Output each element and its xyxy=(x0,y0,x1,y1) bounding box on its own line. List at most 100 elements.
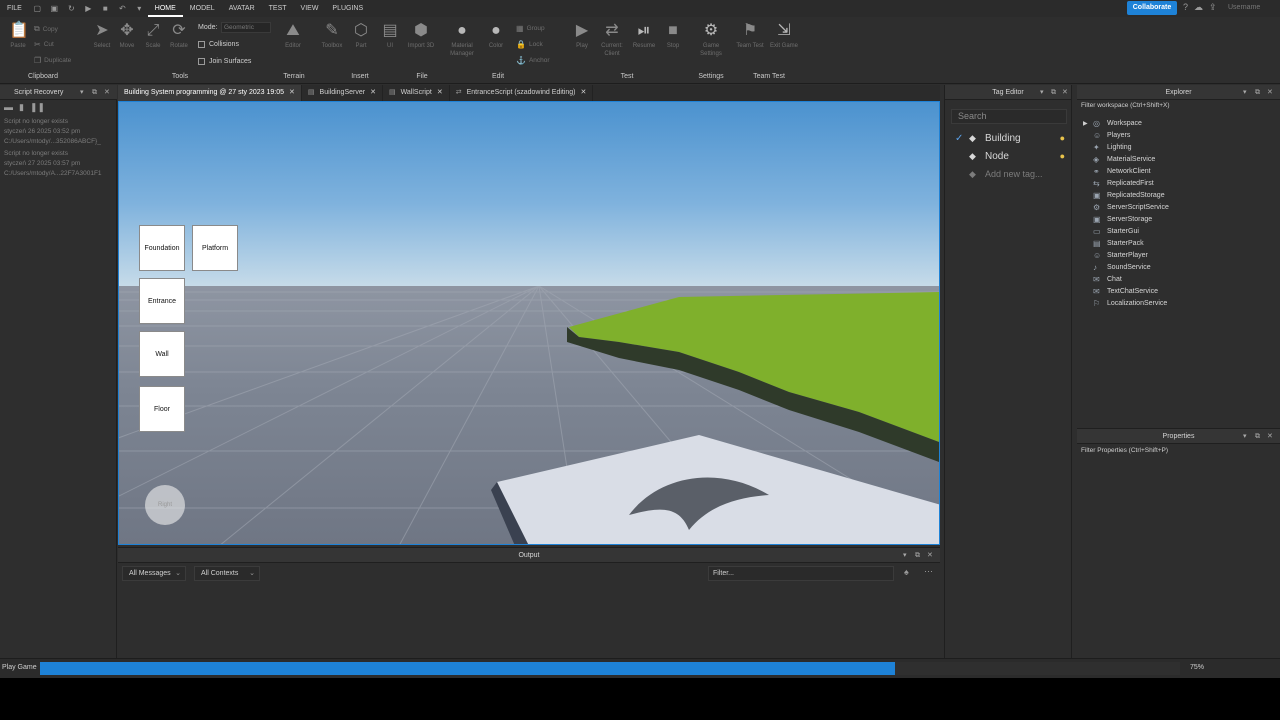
close-icon[interactable]: ✕ xyxy=(1062,85,1068,100)
game-viewport[interactable]: Foundation Platform Entrance Wall Floor … xyxy=(118,101,940,545)
tab-building-server[interactable]: ▤ BuildingServer ✕ xyxy=(302,85,383,101)
broom-icon[interactable]: ♠ xyxy=(904,567,909,577)
entrance-button[interactable]: Entrance xyxy=(139,278,185,324)
import-3d-button[interactable]: ⬢ Import 3D xyxy=(404,22,438,50)
explorer-item[interactable]: ▣ ReplicatedStorage xyxy=(1083,189,1165,201)
game-settings-button[interactable]: ⚙ Game Settings xyxy=(694,22,728,58)
explorer-item[interactable]: ⇆ ReplicatedFirst xyxy=(1083,177,1154,189)
join-surfaces-toggle[interactable]: Join Surfaces xyxy=(198,58,251,65)
explorer-item[interactable]: ☺ StarterPlayer xyxy=(1083,249,1148,261)
menu-view[interactable]: VIEW xyxy=(294,0,326,17)
ui-button[interactable]: ▤ UI xyxy=(373,22,407,50)
close-icon[interactable]: ✕ xyxy=(370,85,376,101)
cloud-icon[interactable]: ☁ xyxy=(1194,2,1203,13)
lightbulb-icon[interactable]: ● xyxy=(1060,133,1065,143)
explorer-item[interactable]: ☺ Players xyxy=(1083,129,1130,141)
menu-avatar[interactable]: AVATAR xyxy=(222,0,262,17)
foundation-button[interactable]: Foundation xyxy=(139,225,185,271)
menu-home[interactable]: HOME xyxy=(147,0,183,17)
tab-wall-script[interactable]: ▤ WallScript ✕ xyxy=(383,85,450,101)
menu-test[interactable]: TEST xyxy=(262,0,294,17)
add-new-tag[interactable]: ◆ Add new tag... xyxy=(955,166,1067,182)
explorer-item[interactable]: ▭ StarterGui xyxy=(1083,225,1139,237)
exit-game-button[interactable]: ⇲ Exit Game xyxy=(767,22,801,50)
copy-button[interactable]: ⧉ Copy xyxy=(34,24,58,34)
collaborate-button[interactable]: Collaborate xyxy=(1127,1,1177,15)
explorer-item[interactable]: ◈ MaterialService xyxy=(1083,153,1155,165)
explorer-item[interactable]: ▶ ◎ Workspace xyxy=(1083,117,1142,129)
chevron-down-icon[interactable]: ▾ xyxy=(135,4,144,13)
explorer-item[interactable]: ✉ Chat xyxy=(1083,273,1122,285)
lock-button[interactable]: 🔒 Lock xyxy=(516,40,543,49)
undock-icon[interactable]: ⧉ xyxy=(92,85,97,100)
undock-icon[interactable]: ⧉ xyxy=(1255,429,1260,444)
chevron-down-icon[interactable]: ▾ xyxy=(1243,85,1247,100)
play-button[interactable]: ▶ Play xyxy=(565,22,599,50)
undock-icon[interactable]: ⧉ xyxy=(915,548,920,563)
recovery-item-status[interactable]: Script no longer exists xyxy=(4,118,116,125)
platform-button[interactable]: Platform xyxy=(192,225,238,271)
rotate-tool[interactable]: ⟳ Rotate xyxy=(162,22,196,50)
folder-icon[interactable]: ▬ xyxy=(4,102,13,113)
anchor-button[interactable]: ⚓ Anchor xyxy=(516,56,550,65)
expand-arrow-icon[interactable]: ▶ xyxy=(1083,120,1093,127)
explorer-item[interactable]: ♪ SoundService xyxy=(1083,261,1151,273)
close-icon[interactable]: ✕ xyxy=(581,85,587,101)
close-icon[interactable]: ✕ xyxy=(104,85,110,100)
chevron-down-icon[interactable]: ▾ xyxy=(903,548,907,563)
stop-button[interactable]: ■ Stop xyxy=(656,22,690,50)
lightbulb-icon[interactable]: ● xyxy=(1060,151,1065,161)
output-filter-input[interactable]: Filter... xyxy=(708,566,894,581)
checkmark-icon[interactable]: ✓ xyxy=(955,133,969,144)
all-contexts-dropdown[interactable]: All Contexts ⌄ xyxy=(194,566,260,581)
redo-icon[interactable]: ↻ xyxy=(67,4,76,13)
explorer-item[interactable]: ⚙ ServerScriptService xyxy=(1083,201,1169,213)
close-icon[interactable]: ✕ xyxy=(437,85,443,101)
share-icon[interactable]: ⇪ xyxy=(1209,2,1217,13)
material-manager-button[interactable]: ● Material Manager xyxy=(445,22,479,58)
save-icon[interactable]: ▣ xyxy=(50,4,59,13)
tag-row-building[interactable]: ✓ ◆ Building ● xyxy=(955,130,1067,146)
stop-icon[interactable]: ■ xyxy=(101,4,110,13)
menu-plugins[interactable]: PLUGINS xyxy=(325,0,370,17)
current-client-button[interactable]: ⇄ Current: Client xyxy=(595,22,629,58)
play-icon[interactable]: ▶ xyxy=(84,4,93,13)
explorer-item[interactable]: ⚭ NetworkClient xyxy=(1083,165,1151,177)
document-icon[interactable]: ▮ xyxy=(19,102,24,113)
tab-place[interactable]: Building System programming @ 27 sty 202… xyxy=(118,85,302,101)
username-label[interactable]: Username xyxy=(1228,4,1260,11)
explorer-item[interactable]: ⚐ LocalizationService xyxy=(1083,297,1167,309)
undo-icon[interactable]: ↶ xyxy=(118,4,127,13)
undock-icon[interactable]: ⧉ xyxy=(1255,85,1260,100)
recovery-item-status[interactable]: Script no longer exists xyxy=(4,150,116,157)
tag-row-node[interactable]: ◆ Node ● xyxy=(955,148,1067,164)
tag-search-input[interactable]: Search xyxy=(951,109,1067,124)
help-icon[interactable]: ? xyxy=(1183,2,1188,13)
cut-button[interactable]: ✂ Cut xyxy=(34,40,54,49)
touch-action-button[interactable]: Right xyxy=(145,485,185,525)
mode-select[interactable]: Geometric xyxy=(221,22,271,33)
terrain-editor-button[interactable]: ⛰ Editor xyxy=(276,22,310,50)
menu-file[interactable]: FILE xyxy=(0,0,29,17)
undock-icon[interactable]: ⧉ xyxy=(1051,85,1056,100)
chevron-down-icon[interactable]: ▾ xyxy=(1040,85,1044,100)
wall-button[interactable]: Wall xyxy=(139,331,185,377)
collisions-toggle[interactable]: Collisions xyxy=(198,41,239,48)
color-button[interactable]: ● Color xyxy=(479,22,513,50)
floor-button[interactable]: Floor xyxy=(139,386,185,432)
close-icon[interactable]: ✕ xyxy=(289,85,295,101)
group-button[interactable]: ▦ Group xyxy=(516,24,545,33)
more-icon[interactable]: ⋯ xyxy=(924,566,933,577)
explorer-item[interactable]: ✦ Lighting xyxy=(1083,141,1132,153)
pause-icon[interactable]: ❚❚ xyxy=(30,102,45,113)
close-icon[interactable]: ✕ xyxy=(1267,429,1273,444)
all-messages-dropdown[interactable]: All Messages ⌄ xyxy=(122,566,186,581)
new-file-icon[interactable]: ▢ xyxy=(33,4,42,13)
chevron-down-icon[interactable]: ▾ xyxy=(1243,429,1247,444)
close-icon[interactable]: ✕ xyxy=(927,548,933,563)
paste-button[interactable]: 📋 Paste xyxy=(1,22,35,50)
chevron-down-icon[interactable]: ▾ xyxy=(80,85,84,100)
explorer-filter-input[interactable]: Filter workspace (Ctrl+Shift+X) xyxy=(1081,102,1170,109)
collisions-checkbox[interactable] xyxy=(198,41,205,48)
close-icon[interactable]: ✕ xyxy=(1267,85,1273,100)
